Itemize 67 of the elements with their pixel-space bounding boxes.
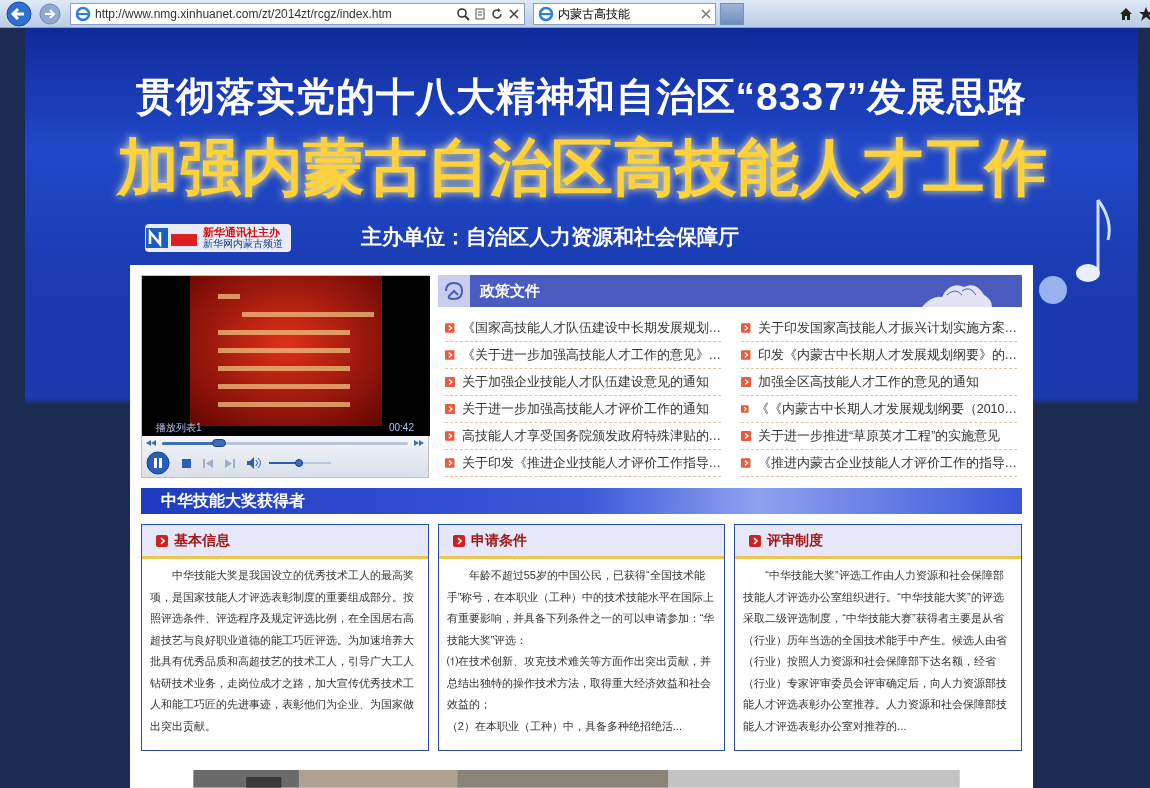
bullet-icon bbox=[741, 323, 751, 333]
progress-thumb[interactable] bbox=[211, 438, 226, 447]
bullet-icon bbox=[741, 350, 751, 360]
policy-link[interactable]: 《国家高技能人才队伍建设中长期发展规划… bbox=[461, 318, 721, 338]
refresh-icon[interactable] bbox=[490, 6, 504, 21]
policy-link[interactable]: 《《内蒙古中长期人才发展规划纲要（2010… bbox=[755, 399, 1017, 419]
policy-link[interactable]: 关于进一步加强高技能人才评价工作的通知 bbox=[462, 399, 709, 419]
bullet-icon bbox=[445, 431, 455, 441]
logo-text: 新华网内蒙古频道 bbox=[203, 238, 283, 250]
back-button[interactable] bbox=[4, 0, 34, 27]
star-icon[interactable] bbox=[1138, 5, 1150, 22]
new-tab-button[interactable] bbox=[720, 2, 744, 25]
pause-button[interactable] bbox=[146, 451, 170, 475]
policy-link[interactable]: 《推进内蒙古企业技能人才评价工作的指导… bbox=[757, 453, 1017, 473]
time-display: 00:42 bbox=[388, 421, 414, 435]
close-icon[interactable] bbox=[701, 8, 711, 19]
card-paragraph: （2）在本职业（工种）中，具备多种绝招绝活... bbox=[446, 718, 683, 734]
bullet-icon bbox=[445, 323, 455, 333]
url-text: http://www.nmg.xinhuanet.com/zt/2014zt/rcgz/index.htm bbox=[95, 5, 393, 23]
playlist-label: 播放列表1 bbox=[156, 421, 202, 435]
home-icon[interactable] bbox=[1118, 5, 1134, 22]
search-icon[interactable] bbox=[456, 6, 470, 21]
volume-thumb[interactable] bbox=[294, 459, 303, 467]
policy-link[interactable]: 《关于进一步加强高技能人才工作的意见》… bbox=[461, 345, 721, 365]
chevron-icon bbox=[452, 534, 465, 547]
stop-button[interactable] bbox=[182, 458, 191, 468]
banner-headline: 贯彻落实党的十八大精神和自治区“8337”发展思路 bbox=[135, 74, 1028, 120]
section-title: 政策文件 bbox=[480, 280, 540, 301]
policy-link[interactable]: 关于印发《推进企业技能人才评价工作指导… bbox=[461, 453, 721, 473]
card-title: 申请条件 bbox=[470, 531, 527, 551]
tab-title: 内蒙古高技能 bbox=[558, 5, 631, 23]
bullet-icon bbox=[741, 404, 749, 414]
bullet-icon bbox=[445, 404, 455, 414]
ie-page-icon bbox=[538, 5, 554, 22]
policy-link[interactable]: 关于印发国家高技能人才振兴计划实施方案… bbox=[757, 318, 1017, 338]
browser-tab[interactable]: 内蒙古高技能 bbox=[533, 2, 716, 25]
progress-track[interactable] bbox=[162, 441, 408, 445]
card-paragraph: 中华技能大奖是我国设立的优秀技术工人的最高奖项，是国家技能人才评选表彰制度的重要组成部分。按照评选条件、评选程序及规定评选比例，在全国居右高超技艺与良好职业道德的能工巧匠评选。为加速培养大批具有优秀品质和高超技艺的技术工人，引导广大工人钻研技术业务，走岗位成才之路，加大宣传优秀技术工人和能工巧匠的先进事迹，表彰他们为企业、为国家做出突出贡献。 bbox=[150, 568, 415, 734]
card-paragraph: 年龄不超过55岁的中国公民，已获得“全国技术能手”称号，在本职业（工种）中的技术技能水平在国际上有重要影响，并具备下列条件之一的可以申请参加：“华技能大奖”评选： bbox=[446, 568, 716, 648]
card-paragraph: “中华技能大奖”评选工作由人力资源和社会保障部技能人才评选办公室组织进行。“中华技能大奖”的评选采取二级评选制度，“中华技能大赛”获得者主要是从省（行业）历年当选的全国技术能手中产生。候选人由省（行业）按照人力资源和社会保障部下达名额，经省（行业）专家评审委员会评审确定后，向人力资源部技能人才评选表彰办公室推荐。人力资源和社会保障部技能人才评选表彰办公室对推荐的... bbox=[743, 568, 1009, 734]
card-title: 基本信息 bbox=[174, 531, 230, 551]
section-banner: 中华技能大奖获得者 bbox=[141, 488, 1022, 515]
fast-forward-icon[interactable] bbox=[414, 440, 424, 446]
chevron-icon bbox=[156, 534, 168, 547]
stop-icon[interactable] bbox=[508, 6, 520, 21]
chevron-icon bbox=[749, 534, 762, 547]
policy-link[interactable]: 加强全区高技能人才工作的意见的通知 bbox=[758, 372, 979, 392]
bullet-icon bbox=[445, 377, 455, 387]
bullet-icon bbox=[741, 458, 751, 468]
banner-title: 加强内蒙古自治区高技能人才工作 bbox=[116, 132, 1047, 203]
bullet-icon bbox=[741, 377, 751, 387]
forward-button[interactable] bbox=[38, 2, 62, 25]
policy-link[interactable]: 高技能人才享受国务院颁发政府特殊津贴的… bbox=[461, 426, 721, 446]
policy-link[interactable]: 印发《内蒙古中长期人才发展规划纲要》的… bbox=[757, 345, 1017, 365]
sponsor-text: 主办单位：自治区人力资源和社会保障厅 bbox=[361, 223, 739, 250]
card-paragraph: ⑴在技术创新、攻克技术难关等方面作出突出贡献，并总结出独特的操作技术方法，取得重大经济效益和社会效益的； bbox=[446, 654, 712, 713]
logo-text: 新华通讯社主办 bbox=[203, 226, 280, 238]
address-bar[interactable]: http://www.nmg.xinhuanet.com/zt/2014zt/rcgz/index.htm bbox=[70, 2, 525, 25]
policy-link[interactable]: 关于进一步推进“草原英才工程”的实施意见 bbox=[758, 426, 1001, 446]
policy-link[interactable]: 关于加强企业技能人才队伍建设意见的通知 bbox=[462, 372, 709, 392]
card-title: 评审制度 bbox=[767, 531, 824, 551]
rewind-icon[interactable] bbox=[146, 440, 156, 446]
bullet-icon bbox=[445, 350, 455, 360]
bullet-icon bbox=[445, 458, 455, 468]
volume-icon[interactable] bbox=[247, 457, 261, 469]
bullet-icon bbox=[741, 431, 751, 441]
ie-page-icon bbox=[75, 5, 91, 22]
